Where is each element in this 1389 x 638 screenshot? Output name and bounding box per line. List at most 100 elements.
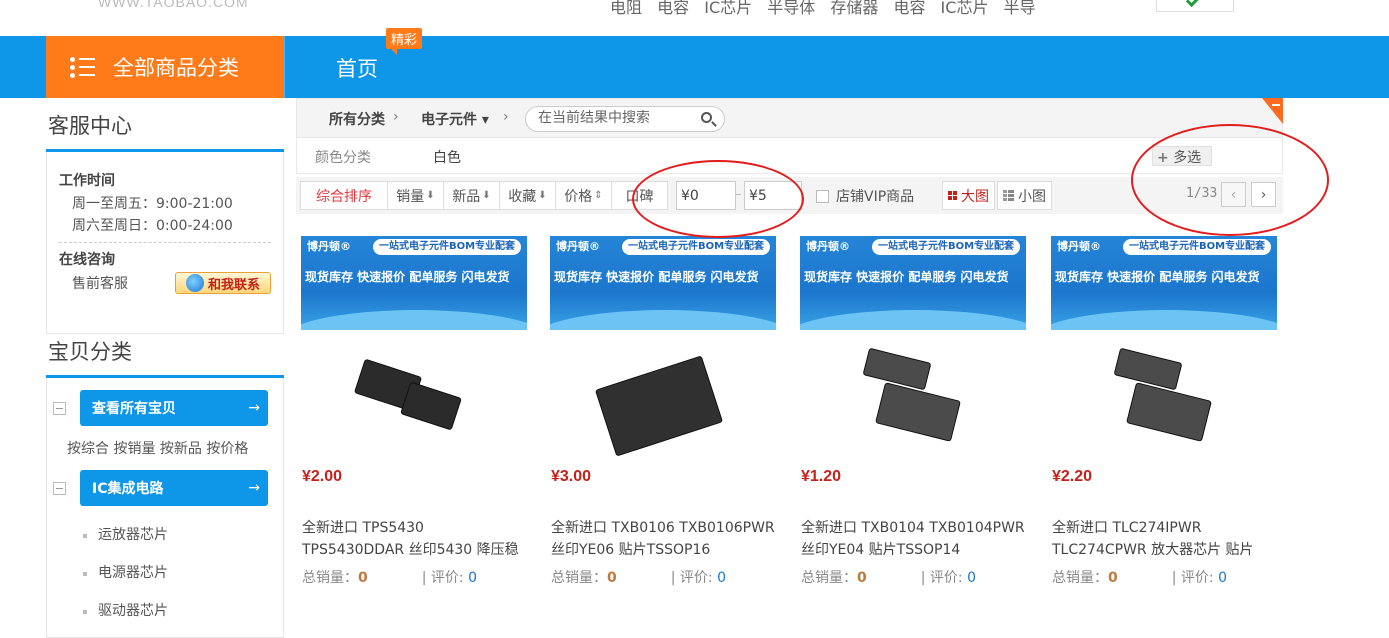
sort-favorites[interactable]: 收藏 ⬇ — [499, 181, 556, 210]
product-title[interactable]: 全新进口 TPS5430 TPS5430DDAR 丝印5430 降压稳压器 贴片… — [302, 517, 528, 561]
banner-pill: 一站式电子元件BOM专业配套 — [872, 239, 1020, 255]
collapse-icon[interactable] — [53, 481, 66, 495]
review-count[interactable]: 0 — [967, 570, 976, 586]
big-view-button[interactable]: 大图 — [942, 181, 995, 210]
multi-select-button[interactable]: + 多选 — [1152, 146, 1212, 166]
search-input[interactable] — [538, 110, 688, 126]
nav-home-link[interactable]: 首页 — [336, 53, 378, 83]
sort-comprehensive[interactable]: 综合排序 — [300, 181, 388, 210]
banner-brand: 博丹顿® — [1057, 240, 1101, 253]
chip-image — [1114, 348, 1182, 390]
sales-label: 总销量： — [551, 570, 607, 586]
divider — [59, 242, 271, 243]
product-banner: 博丹顿® 一站式电子元件BOM专业配套 现货库存 快速报价 配单服务 闪电发货 — [550, 236, 776, 330]
sales-label: 总销量： — [302, 570, 358, 586]
hot-word[interactable]: 电容 — [893, 0, 925, 17]
sales-count: 0 — [358, 570, 368, 586]
presale-label: 售前客服 — [72, 276, 128, 292]
review-count[interactable]: 0 — [468, 570, 477, 586]
product-card[interactable]: 博丹顿® 一站式电子元件BOM专业配套 现货库存 快速报价 配单服务 闪电发货 … — [1051, 236, 1277, 586]
checkbox[interactable] — [816, 189, 829, 203]
product-title[interactable]: 全新进口 TXB0106 TXB0106PWR 丝印YE06 贴片TSSOP16 — [551, 517, 777, 561]
banner-pill: 一站式电子元件BOM专业配套 — [622, 239, 770, 255]
product-image[interactable] — [301, 330, 527, 458]
service-box: 工作时间 周一至周五：9:00-21:00 周六至周日：0:00-24:00 在… — [46, 152, 284, 334]
hot-word[interactable]: 存储器 — [830, 0, 878, 17]
sort-links[interactable]: 按综合 按销量 按新品 按价格 — [47, 434, 283, 470]
product-card[interactable]: 博丹顿® 一站式电子元件BOM专业配套 现货库存 快速报价 配单服务 闪电发货 … — [301, 236, 527, 586]
search-icon[interactable] — [701, 112, 712, 123]
product-image[interactable] — [800, 330, 1026, 458]
product-stats: 总销量：0 | 评价: 0 — [1052, 570, 1228, 586]
product-card[interactable]: 博丹顿® 一站式电子元件BOM专业配套 现货库存 快速报价 配单服务 闪电发货 … — [800, 236, 1026, 586]
contact-me-button[interactable]: 和我联系 — [175, 272, 271, 294]
sort-reputation[interactable]: 口碑 — [611, 181, 668, 210]
filter-label: 颜色分类 — [315, 150, 371, 166]
hot-word[interactable]: 半导 — [1004, 0, 1036, 17]
subcategory-item[interactable]: 电源器芯片 — [47, 564, 283, 583]
hot-word[interactable]: 半导体 — [767, 0, 815, 17]
arrow-down-icon: ⬇ — [482, 190, 491, 201]
hot-word[interactable]: IC芯片 — [941, 0, 989, 17]
all-categories-button[interactable]: 全部商品分类 — [46, 36, 284, 98]
sort-new[interactable]: 新品 ⬇ — [443, 181, 500, 210]
product-card[interactable]: 博丹顿® 一站式电子元件BOM专业配套 现货库存 快速报价 配单服务 闪电发货 … — [550, 236, 776, 586]
hot-word[interactable]: 电阻 — [610, 0, 642, 17]
sort-bar: 综合排序 销量 ⬇ 新品 ⬇ 收藏 ⬇ 价格 ⇕ 口碑 ¥0 ¥5 店铺VIP商品 大图… — [296, 177, 1283, 214]
arrow-right-icon: → — [248, 480, 260, 496]
product-price: ¥3.00 — [551, 468, 592, 485]
breadcrumb: 所有分类 › 电子元件 ▾ › — [296, 98, 1283, 138]
product-title[interactable]: 全新进口 TXB0104 TXB0104PWR 丝印YE04 贴片TSSOP14 — [801, 517, 1027, 561]
chevron-right-icon: › — [503, 109, 509, 125]
prev-page-button[interactable]: ‹ — [1221, 182, 1246, 207]
chip-image — [863, 348, 931, 390]
price-max-input[interactable]: ¥5 — [744, 181, 802, 210]
breadcrumb-all[interactable]: 所有分类 — [329, 109, 385, 129]
product-price: ¥2.00 — [302, 468, 343, 485]
review-label: 评价: — [929, 570, 963, 586]
vip-label: 店铺VIP商品 — [836, 189, 915, 205]
customer-service-panel: 客服中心 工作时间 周一至周五：9:00-21:00 周六至周日：0:00-24… — [46, 98, 284, 334]
price-min-input[interactable]: ¥0 — [676, 181, 736, 210]
check-icon — [1185, 0, 1201, 8]
subcategory-label: 驱动器芯片 — [98, 603, 168, 619]
hot-word[interactable]: 电容 — [657, 0, 689, 17]
product-stats: 总销量：0 | 评价: 0 — [801, 570, 977, 586]
hot-word[interactable]: IC芯片 — [704, 0, 752, 17]
review-count[interactable]: 0 — [1218, 570, 1227, 586]
sort-price[interactable]: 价格 ⇕ — [555, 181, 612, 210]
review-label: 评价: — [430, 570, 464, 586]
product-stats: 总销量：0 | 评价: 0 — [302, 570, 478, 586]
sort-sales[interactable]: 销量 ⬇ — [387, 181, 444, 210]
service-title: 客服中心 — [46, 98, 284, 152]
work-time-weekday: 周一至周五：9:00-21:00 — [72, 196, 233, 212]
subcategory-item[interactable]: 驱动器芯片 — [47, 602, 283, 621]
view-all-button[interactable]: 查看所有宝贝 → — [80, 390, 268, 426]
hot-words: 电阻 电容 IC芯片 半导体 存储器 电容 IC芯片 半导 — [610, 0, 1046, 18]
sales-label: 总销量： — [801, 570, 857, 586]
banner-pill: 一站式电子元件BOM专业配套 — [373, 239, 521, 255]
top-strip: WWW.TAOBAO.COM 电阻 电容 IC芯片 半导体 存储器 电容 IC芯… — [0, 0, 1389, 36]
next-page-button[interactable]: › — [1251, 182, 1276, 207]
category-row-all: 查看所有宝贝 → — [47, 390, 283, 426]
filter-value-white[interactable]: 白色 — [433, 147, 461, 167]
breadcrumb-category[interactable]: 电子元件 ▾ — [421, 109, 489, 129]
sales-label: 总销量： — [1052, 570, 1108, 586]
small-view-button[interactable]: 小图 — [997, 181, 1052, 210]
collapse-corner-icon[interactable] — [1262, 98, 1283, 124]
banner-slogan: 现货库存 快速报价 配单服务 闪电发货 — [305, 270, 510, 284]
vip-filter[interactable]: 店铺VIP商品 — [816, 186, 914, 206]
subcategory-item[interactable]: 运放器芯片 — [47, 526, 283, 545]
trust-badge — [1156, 0, 1234, 12]
chevron-right-icon: › — [393, 109, 399, 125]
product-title[interactable]: 全新进口 TLC274IPWR TLC274CPWR 放大器芯片 贴片 — [1052, 517, 1278, 561]
chip-image — [401, 382, 461, 430]
product-image[interactable] — [550, 330, 776, 458]
ic-category-button[interactable]: IC集成电路 → — [80, 470, 268, 506]
color-filter-row: 颜色分类 白色 + 多选 — [296, 138, 1283, 174]
collapse-icon[interactable] — [53, 401, 66, 415]
all-categories-label: 全部商品分类 — [113, 56, 239, 80]
product-image[interactable] — [1051, 330, 1277, 458]
review-count[interactable]: 0 — [717, 570, 726, 586]
banner-slogan: 现货库存 快速报价 配单服务 闪电发货 — [554, 270, 759, 284]
